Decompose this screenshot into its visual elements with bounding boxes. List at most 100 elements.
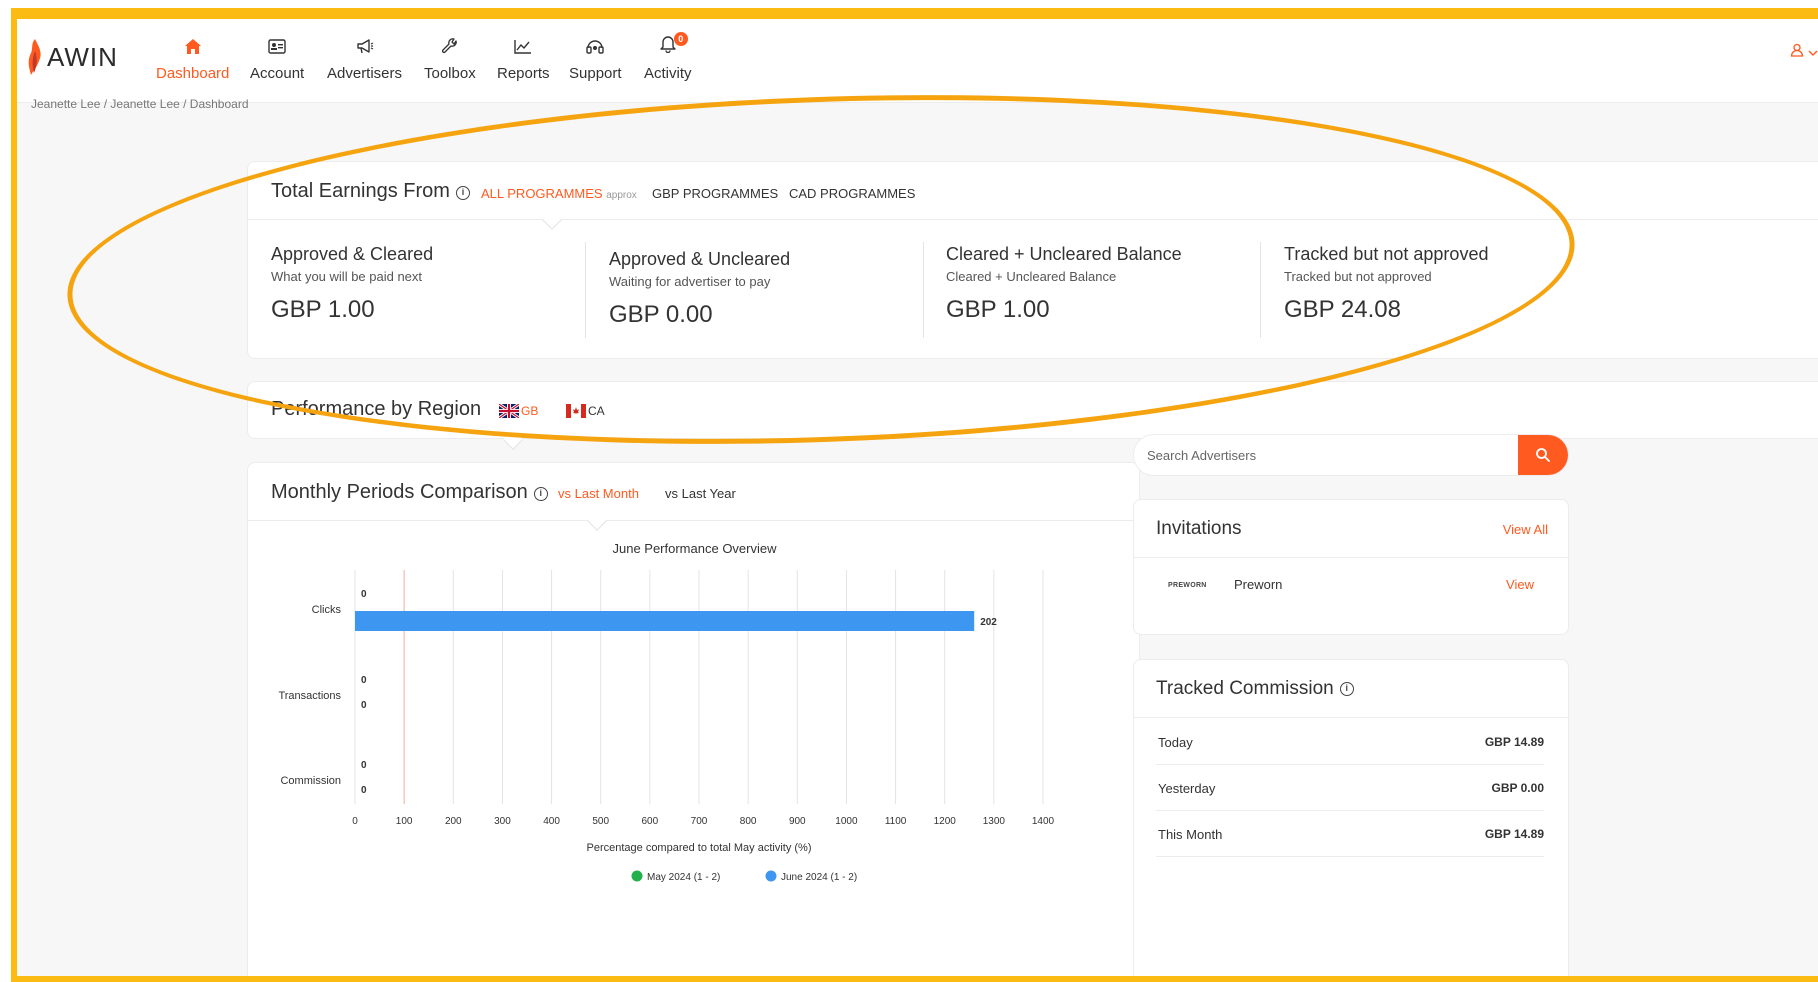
nav-reports[interactable]: Reports [497, 35, 550, 82]
tracked-row-this-month: This Month GBP 14.89 [1156, 811, 1544, 857]
tracked-row-today: Today GBP 14.89 [1156, 719, 1544, 765]
chart-title: June Performance Overview [612, 541, 777, 556]
info-icon[interactable]: i [1339, 681, 1354, 696]
tab-cad-programmes[interactable]: CAD PROGRAMMES [789, 186, 915, 201]
invitation-advertiser-name: Preworn [1234, 577, 1283, 592]
x-tick-label: 500 [592, 816, 609, 827]
invitations-header: Invitations View All [1134, 500, 1568, 558]
legend-swatch-june [765, 870, 777, 882]
activity-count-badge: 0 [673, 31, 688, 46]
user-menu[interactable] [1790, 43, 1818, 60]
stat-amount: GBP 1.00 [271, 296, 375, 323]
row-label: Today [1158, 735, 1193, 750]
data-label: 0 [361, 760, 367, 771]
screenshot-frame: AWIN Dashboard Account Advertisers Toolb… [0, 0, 1818, 982]
nav-dashboard-label: Dashboard [156, 65, 230, 82]
view-all-link[interactable]: View All [1503, 522, 1548, 537]
region-tab-ca[interactable]: CA [566, 404, 605, 418]
x-axis-label: Percentage compared to total May activit… [587, 842, 812, 854]
logo-text: AWIN [47, 41, 118, 72]
breadcrumb[interactable]: Jeanette Lee / Jeanette Lee / Dashboard [31, 97, 249, 111]
nav-advertisers[interactable]: Advertisers [327, 35, 402, 82]
x-tick-label: 1400 [1032, 816, 1055, 827]
x-tick-label: 1100 [885, 816, 907, 827]
approx-note: approx [606, 190, 637, 201]
nav-toolbox[interactable]: Toolbox [424, 35, 476, 82]
nav-activity[interactable]: 0 Activity [644, 31, 692, 82]
stat-amount: GBP 1.00 [946, 296, 1050, 323]
row-value: GBP 0.00 [1491, 781, 1544, 795]
row-value: GBP 14.89 [1484, 827, 1544, 841]
total-earnings-title: Total Earnings From [271, 180, 450, 202]
x-tick-label: 1200 [934, 816, 957, 827]
approved-uncleared-stat: Approved & Uncleared Waiting for adverti… [609, 249, 790, 349]
stat-sub: Cleared + Uncleared Balance [946, 269, 1117, 284]
bar-june [355, 611, 975, 631]
nav-dashboard[interactable]: Dashboard [156, 35, 229, 82]
region-tab-gb[interactable]: GB [499, 404, 538, 418]
nav-reports-label: Reports [497, 65, 550, 82]
data-label: 0 [361, 589, 367, 600]
search-advertisers-input[interactable] [1134, 435, 1519, 475]
tab-vs-last-year[interactable]: vs Last Year [665, 486, 736, 501]
search-icon [1536, 448, 1550, 462]
total-earnings-card: Total Earnings From i ALL PROGRAMMES appr… [247, 161, 1818, 359]
tracked-commission-title: Tracked Commission [1156, 678, 1334, 699]
top-navigation: AWIN Dashboard Account Advertisers Toolb… [17, 15, 1818, 103]
divider [1260, 242, 1261, 338]
region-title: Performance by Region [271, 398, 482, 420]
legend-swatch-may [631, 870, 643, 882]
home-icon [184, 38, 201, 54]
tracked-commission-card: Tracked Commission i Today GBP 14.89 Yest… [1133, 659, 1569, 976]
wrench-icon [441, 38, 457, 54]
app-window: AWIN Dashboard Account Advertisers Toolb… [17, 15, 1818, 976]
x-tick-label: 600 [642, 816, 659, 827]
nav-advertisers-label: Advertisers [327, 65, 403, 82]
nav-support[interactable]: Support [569, 35, 622, 82]
info-icon[interactable]: i [455, 185, 470, 200]
tracked-commission-header: Tracked Commission i [1134, 660, 1568, 718]
stat-sub: Tracked but not approved [1284, 269, 1432, 284]
tab-all-programmes-label: ALL PROGRAMMES [481, 186, 603, 201]
x-tick-label: 1000 [835, 816, 858, 827]
stat-amount: GBP 24.08 [1284, 296, 1401, 323]
tab-vs-last-month[interactable]: vs Last Month [558, 486, 639, 501]
search-button[interactable] [1518, 435, 1568, 475]
legend-label: June 2024 (1 - 2) [781, 872, 857, 883]
stat-sub: Waiting for advertiser to pay [609, 274, 771, 289]
tracked-not-approved-stat: Tracked but not approved Tracked but not… [1284, 244, 1488, 344]
monthly-comparison-card: Monthly Periods Comparison i vs Last Mont… [247, 462, 1140, 976]
balance-stat: Cleared + Uncleared Balance Cleared + Un… [946, 244, 1182, 344]
data-label: 0 [361, 675, 367, 686]
total-earnings-header: Total Earnings From i ALL PROGRAMMES appr… [248, 162, 1818, 230]
data-label: 0 [361, 700, 367, 711]
tab-gbp-programmes[interactable]: GBP PROGRAMMES [652, 186, 778, 201]
search-advertisers-box [1133, 434, 1569, 476]
nav-toolbox-label: Toolbox [424, 65, 476, 82]
nav-account-label: Account [250, 65, 305, 82]
monthly-title: Monthly Periods Comparison [271, 481, 528, 503]
user-icon [1790, 43, 1804, 57]
headset-icon [586, 39, 604, 54]
category-label: Transactions [278, 690, 341, 702]
awin-logo[interactable]: AWIN [25, 37, 118, 77]
advertiser-logo: PREWORN [1168, 582, 1207, 589]
performance-chart: 0 100 200 300 400 500 600 700 800 900 1000 1100 1200… [278, 570, 1055, 883]
category-label: Commission [280, 775, 341, 787]
view-invitation-link[interactable]: View [1506, 577, 1534, 592]
x-tick-label: 900 [789, 816, 806, 827]
info-icon[interactable]: i [533, 486, 548, 501]
stat-label: Tracked but not approved [1284, 244, 1489, 264]
divider [585, 242, 586, 338]
highlight-border-left [11, 8, 17, 982]
x-tick-label: 400 [543, 816, 560, 827]
tracked-commission-title-row: Tracked Commission i [1156, 678, 1354, 700]
active-region-pointer [503, 430, 523, 450]
legend-label: May 2024 (1 - 2) [647, 872, 720, 883]
nav-account[interactable]: Account [250, 35, 304, 82]
tab-all-programmes[interactable]: ALL PROGRAMMES approx [481, 186, 637, 201]
x-tick-label: 700 [691, 816, 708, 827]
chart-line-icon [514, 39, 532, 54]
approved-cleared-stat: Approved & Cleared What you will be paid… [271, 244, 433, 344]
x-tick-label: 1300 [983, 816, 1006, 827]
